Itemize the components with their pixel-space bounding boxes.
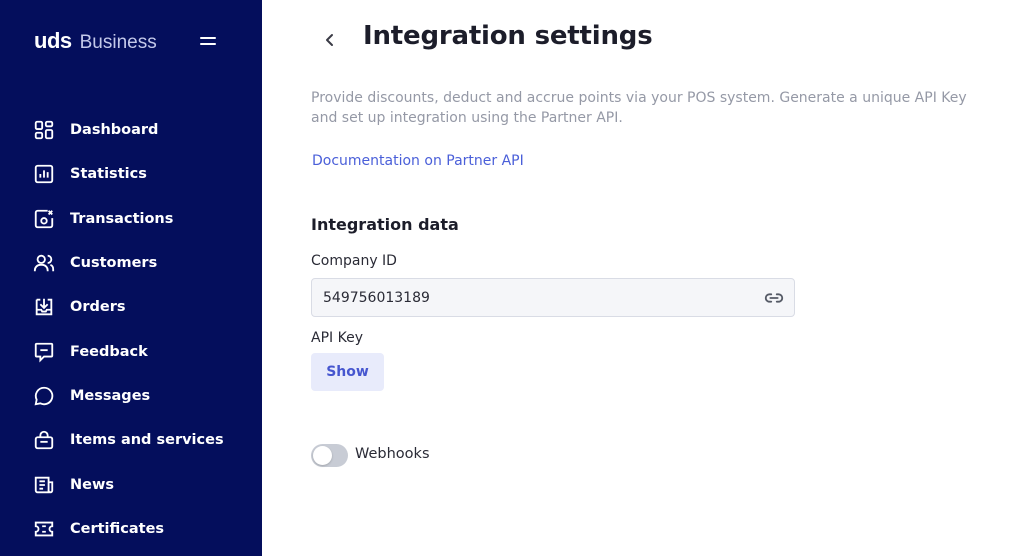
back-button[interactable] [320,30,340,50]
sidebar-item-label: Customers [70,255,158,272]
statistics-icon [33,163,55,185]
customers-icon [33,252,55,274]
menu-toggle-icon[interactable] [200,35,218,47]
orders-icon [33,296,55,318]
dashboard-icon [33,119,55,141]
sidebar-item-label: Messages [70,387,151,404]
company-id-label: Company ID [311,253,397,269]
sidebar-item-orders[interactable]: Orders [0,285,262,329]
sidebar-item-label: Dashboard [70,122,159,139]
sidebar-item-customers[interactable]: Customers [0,241,262,285]
copy-link-icon[interactable] [762,286,786,310]
certificates-icon [33,518,55,540]
company-id-input[interactable] [323,289,762,306]
toggle-knob [313,446,332,465]
sidebar-item-label: Statistics [70,166,147,183]
items-icon [33,429,55,451]
sidebar-item-label: Orders [70,299,126,316]
chevron-left-icon [326,34,333,46]
sidebar-item-dashboard[interactable]: Dashboard [0,108,262,152]
sidebar-item-label: Transactions [70,210,174,227]
api-key-label: API Key [311,330,363,346]
page-title: Integration settings [363,21,653,51]
news-icon [33,474,55,496]
webhooks-toggle[interactable] [311,444,348,467]
brand-logo[interactable]: uds Business [34,28,157,54]
documentation-link[interactable]: Documentation on Partner API [312,153,524,169]
sidebar-item-transactions[interactable]: Transactions [0,197,262,241]
brand-suffix: Business [79,32,157,53]
page-description: Provide discounts, deduct and accrue poi… [311,90,967,126]
sidebar: uds Business Dashboard Statistics Transa… [0,0,262,556]
sidebar-item-label: Certificates [70,520,165,537]
brand-name: uds [34,28,72,53]
sidebar-item-certificates[interactable]: Certificates [0,507,262,551]
sidebar-item-news[interactable]: News [0,462,262,506]
sidebar-nav: Dashboard Statistics Transactions Custom… [0,108,262,551]
company-id-field [311,278,795,317]
sidebar-item-label: Feedback [70,343,148,360]
transactions-icon [33,208,55,230]
show-api-key-button[interactable]: Show [311,353,384,391]
sidebar-item-items-and-services[interactable]: Items and services [0,418,262,462]
sidebar-item-label: News [70,476,114,493]
sidebar-item-feedback[interactable]: Feedback [0,329,262,373]
sidebar-item-messages[interactable]: Messages [0,374,262,418]
sidebar-item-label: Items and services [70,432,224,449]
messages-icon [33,385,55,407]
sidebar-item-statistics[interactable]: Statistics [0,152,262,196]
main-content: Integration settings Provide discounts, … [262,0,1024,556]
webhooks-label: Webhooks [355,446,430,462]
feedback-icon [33,341,55,363]
section-title: Integration data [311,215,459,234]
